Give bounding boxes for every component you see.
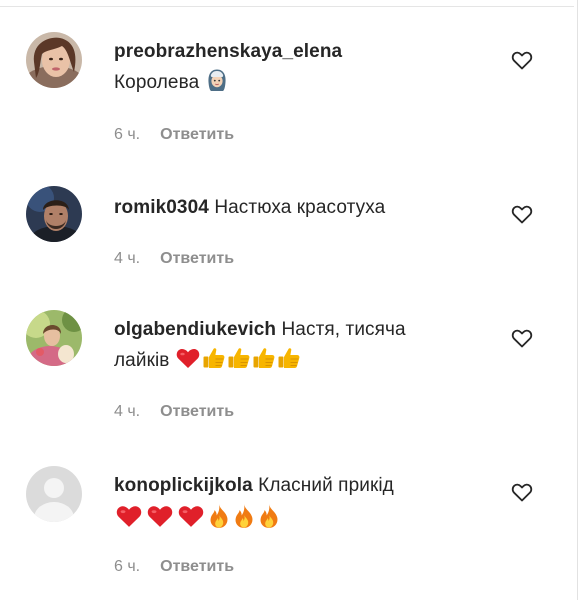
comment-time: 6 ч. <box>114 558 141 575</box>
comment-username[interactable]: preobrazhenskaya_elena <box>114 41 342 62</box>
top-divider <box>0 6 574 7</box>
thumbs-up-emoji <box>227 346 251 380</box>
fire-emoji <box>257 503 281 539</box>
avatar[interactable] <box>26 32 82 88</box>
reply-button[interactable]: Ответить <box>160 403 234 420</box>
thumbs-up-emoji <box>277 346 301 380</box>
thumbs-up-emoji <box>252 346 276 380</box>
red-heart-emoji <box>175 346 201 380</box>
comment-time: 4 ч. <box>114 403 141 420</box>
comment-text: Настюха красотуха <box>214 197 386 218</box>
comment-text-line <box>114 503 494 539</box>
comment-time: 6 ч. <box>114 126 141 143</box>
like-heart-icon[interactable] <box>510 326 534 350</box>
comment-text-line: romik0304 Настюха красотуха <box>114 192 494 223</box>
avatar[interactable] <box>26 310 82 366</box>
comment-text-line: preobrazhenskaya_elena <box>114 36 494 67</box>
fire-emoji <box>207 503 231 539</box>
avatar-placeholder[interactable] <box>26 466 82 522</box>
comment-text-line: лайків <box>114 345 494 380</box>
like-heart-icon[interactable] <box>510 48 534 72</box>
reply-button[interactable]: Ответить <box>160 558 234 575</box>
reply-button[interactable]: Ответить <box>160 126 234 143</box>
fire-emoji <box>232 503 256 539</box>
comment-text-continued: лайків <box>114 350 170 371</box>
comment-username[interactable]: konoplickijkola <box>114 475 253 496</box>
red-heart-emoji <box>145 503 175 539</box>
like-heart-icon[interactable] <box>510 202 534 226</box>
woman-with-headscarf-emoji <box>205 68 229 102</box>
comment-text-line: olgabendiukevich Настя, тисяча <box>114 314 494 345</box>
comment-text-line: Королева <box>114 67 494 102</box>
comment-text: Королева <box>114 72 200 93</box>
avatar[interactable] <box>26 186 82 242</box>
comment-text: Класний прикід <box>258 475 394 496</box>
comment-meta: 4 ч. Ответить <box>114 250 234 268</box>
comment-meta: 4 ч. Ответить <box>114 403 234 421</box>
comment-text-line: konoplickijkola Класний прикід <box>114 470 494 501</box>
comment-text: Настя, тисяча <box>281 319 406 340</box>
comment-time: 4 ч. <box>114 250 141 267</box>
comment-username[interactable]: olgabendiukevich <box>114 319 276 340</box>
thumbs-up-emoji <box>202 346 226 380</box>
comment-meta: 6 ч. Ответить <box>114 126 234 144</box>
reply-button[interactable]: Ответить <box>160 250 234 267</box>
comment-username[interactable]: romik0304 <box>114 197 209 218</box>
red-heart-emoji <box>114 503 144 539</box>
panel-border <box>577 0 578 600</box>
like-heart-icon[interactable] <box>510 480 534 504</box>
red-heart-emoji <box>176 503 206 539</box>
comment-meta: 6 ч. Ответить <box>114 558 234 576</box>
